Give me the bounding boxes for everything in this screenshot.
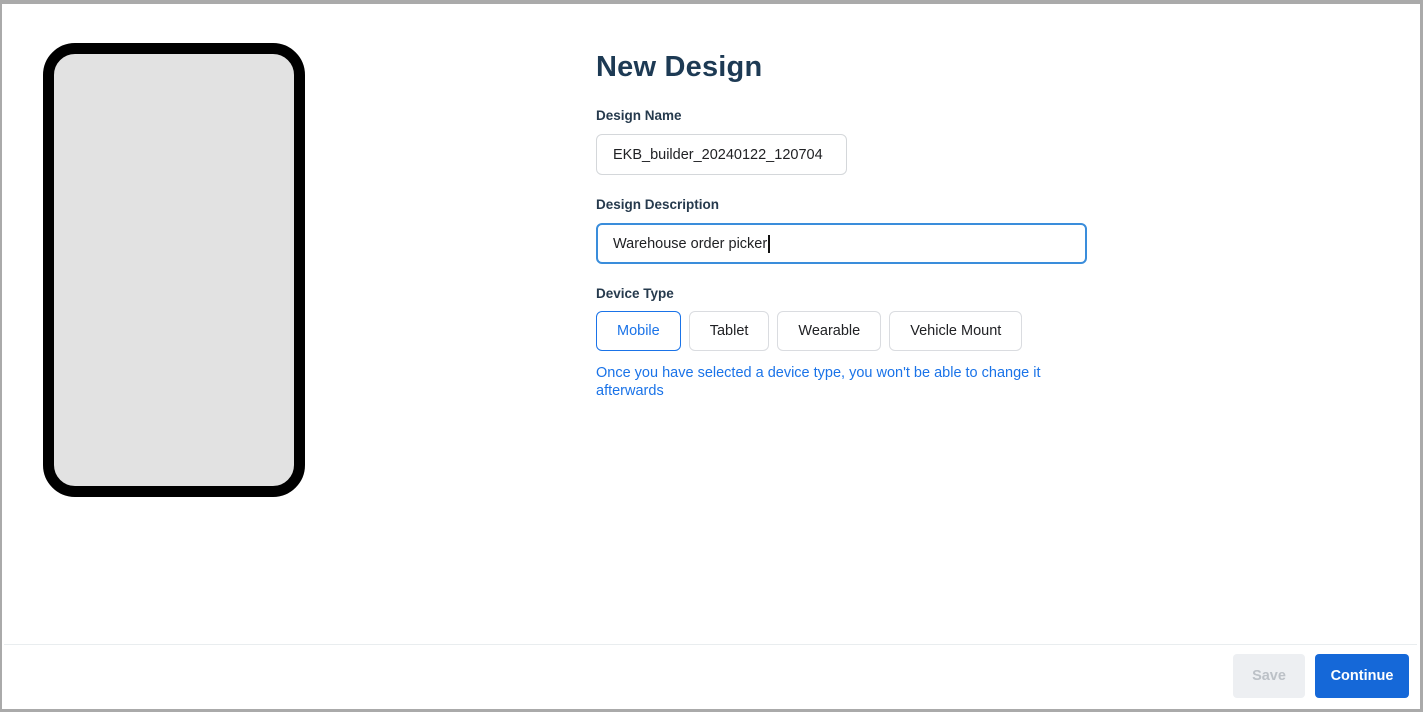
device-preview-frame bbox=[43, 43, 305, 497]
footer-action-bar: Save Continue bbox=[4, 644, 1417, 706]
design-description-label: Design Description bbox=[596, 197, 1090, 213]
design-name-input[interactable] bbox=[596, 134, 847, 175]
save-button[interactable]: Save bbox=[1233, 654, 1305, 698]
device-type-wearable-button[interactable]: Wearable bbox=[777, 311, 881, 351]
app-window: New Design Design Name Design Descriptio… bbox=[0, 0, 1423, 712]
device-type-vehicle-mount-button[interactable]: Vehicle Mount bbox=[889, 311, 1022, 351]
page-title: New Design bbox=[596, 48, 1090, 86]
new-design-form: New Design Design Name Design Descriptio… bbox=[596, 48, 1090, 400]
design-description-value: Warehouse order picker bbox=[613, 236, 767, 252]
continue-button[interactable]: Continue bbox=[1315, 654, 1409, 698]
text-caret bbox=[768, 235, 770, 253]
device-type-label: Device Type bbox=[596, 286, 1090, 302]
design-description-input[interactable]: Warehouse order picker bbox=[596, 223, 1087, 264]
device-type-tablet-button[interactable]: Tablet bbox=[689, 311, 770, 351]
device-type-helper-text: Once you have selected a device type, yo… bbox=[596, 364, 1090, 400]
design-name-label: Design Name bbox=[596, 108, 1090, 124]
device-type-options: Mobile Tablet Wearable Vehicle Mount bbox=[596, 311, 1090, 351]
device-type-mobile-button[interactable]: Mobile bbox=[596, 311, 681, 351]
